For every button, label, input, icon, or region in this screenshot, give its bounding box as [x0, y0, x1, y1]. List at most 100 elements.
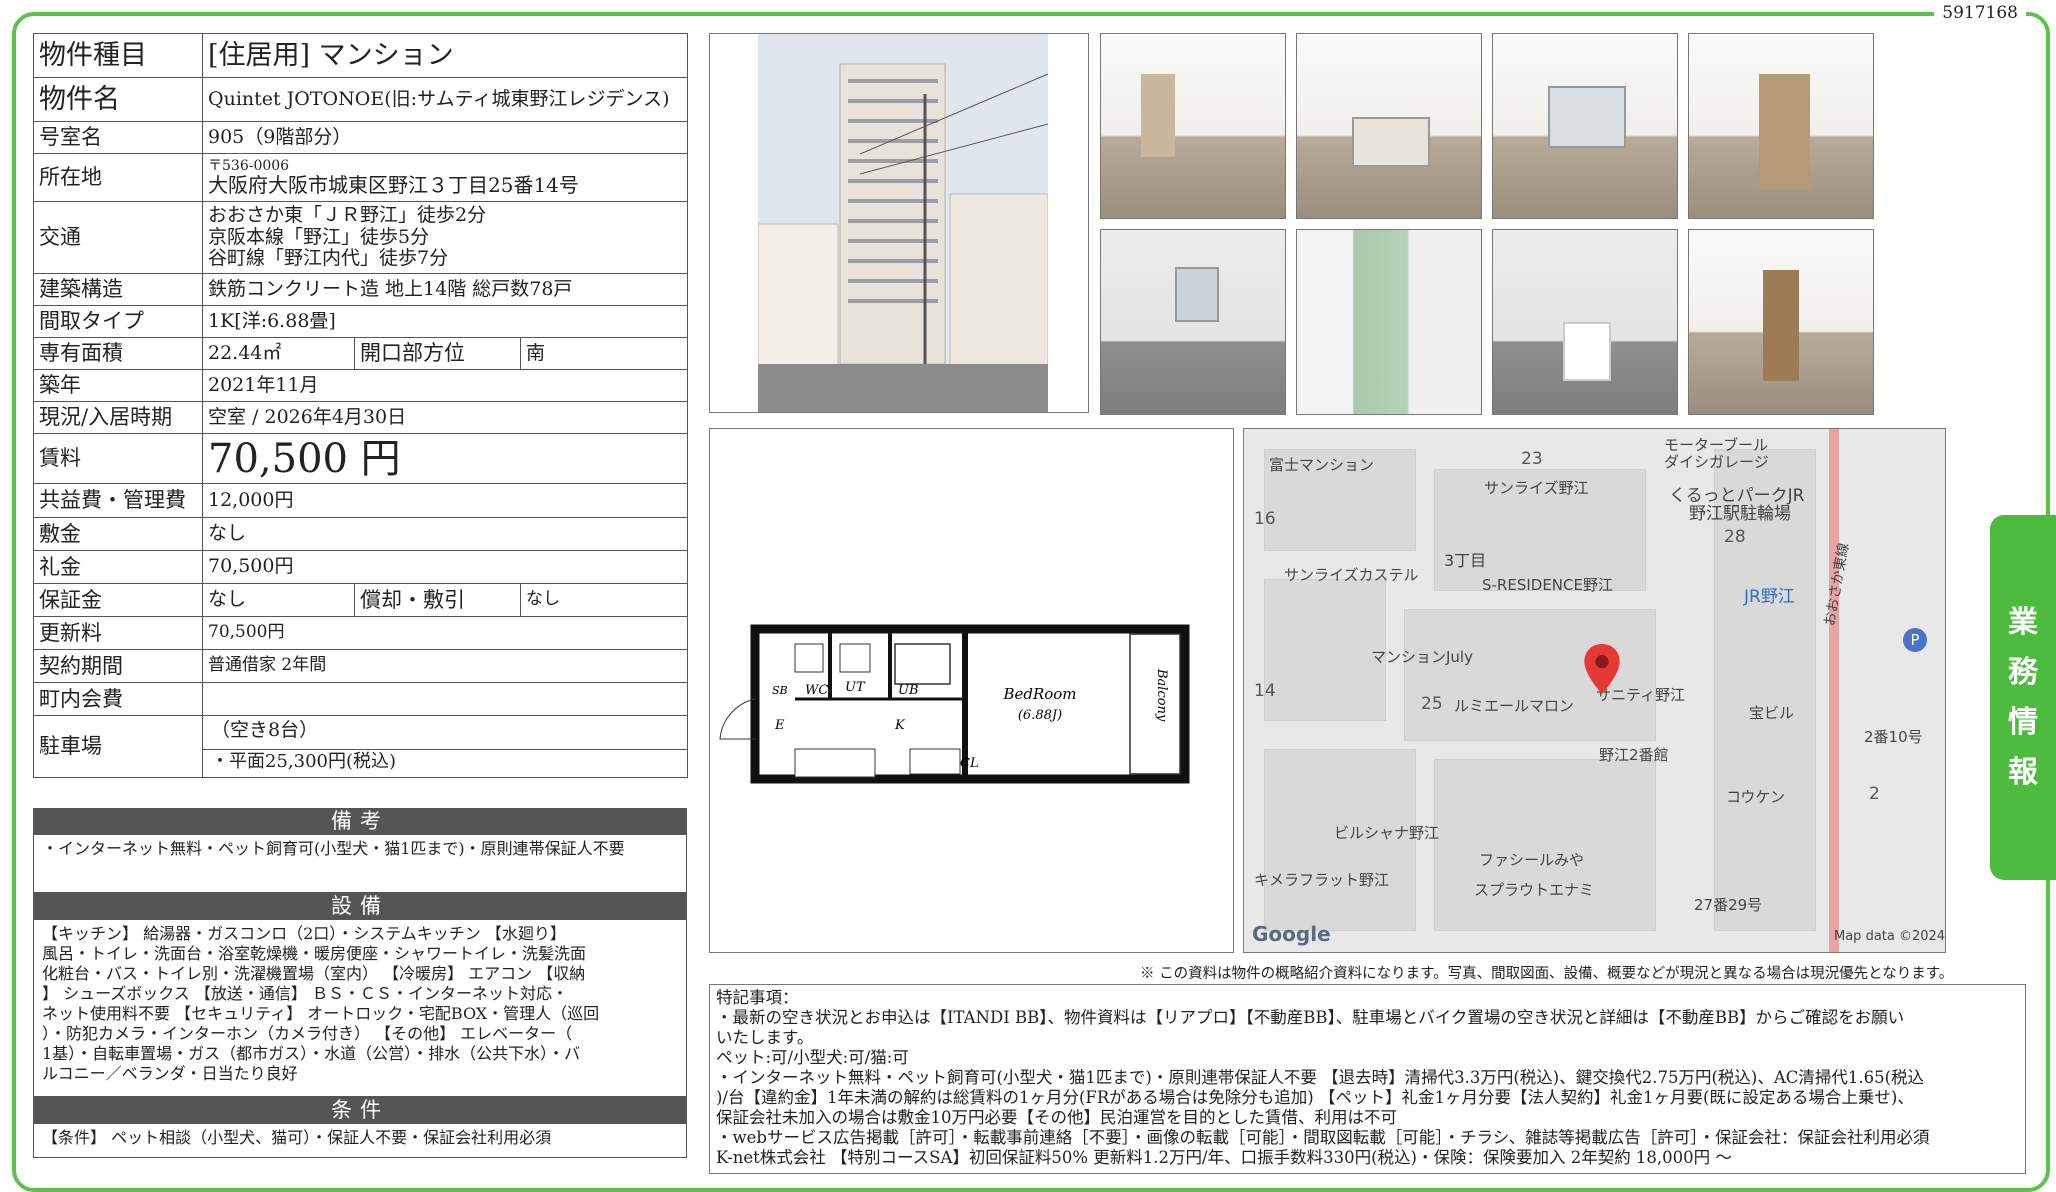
building-photo [709, 33, 1089, 413]
address-label: 所在地 [33, 153, 203, 202]
room-label: 号室名 [33, 121, 203, 154]
special-line: ・最新の空き状況とお申込は【ITANDI BB】、物件資料は【リアプロ】【不動産… [716, 1008, 1905, 1027]
svg-text:P: P [1910, 631, 1919, 649]
floor-plan-drawing: BedRoom (6.88J) Balcony UT UB WC SB E K … [719, 624, 1190, 784]
area-label: 専有面積 [33, 337, 203, 370]
building-illustration [710, 34, 1088, 412]
type-label: 物件種目 [33, 33, 203, 78]
map-number: 2 [1869, 784, 1880, 804]
equipment-line: 】 シューズボックス 【放送・通信】 ＢＳ・ＣＳ・インターネット対応・ [42, 984, 568, 1003]
document-id: 5917168 [1934, 3, 2026, 23]
google-logo: Google [1252, 922, 1331, 946]
map-label: 野江2番館 [1599, 746, 1669, 764]
location-map: 23 16 28 14 25 2 富士マンション モーターブール ダイシガレージ… [1243, 428, 1946, 953]
direction-value: 南 [519, 337, 689, 370]
fee-value: 12,000円 [201, 483, 689, 518]
name-label: 物件名 [33, 77, 203, 122]
conditions-header: 条件 [33, 1097, 687, 1124]
type-value: [住居用] マンション [201, 33, 689, 78]
address-value: 大阪府大阪市城東区野江３丁目25番14号 [208, 172, 579, 197]
amort-label: 償却・敷引 [354, 583, 521, 617]
ut-label: UT [845, 680, 866, 695]
structure-value: 鉄筋コンクリート造 地上14階 総戸数78戸 [201, 273, 689, 306]
map-label: S-RESIDENCE野江 [1482, 576, 1613, 594]
structure-label: 建築構造 [33, 273, 203, 306]
address-cell: 〒536-0006 大阪府大阪市城東区野江３丁目25番14号 [201, 153, 689, 202]
map-number: 25 [1421, 694, 1443, 714]
contract-value: 普通借家 2年間 [201, 649, 689, 683]
status-value: 空室 / 2026年4月30日 [201, 401, 689, 434]
rent-label: 賃料 [33, 433, 203, 484]
tab-char: 報 [2008, 754, 2038, 790]
map-label: 27番29号 [1694, 896, 1763, 914]
closet-label: CL [960, 756, 979, 771]
layout-label: 間取タイプ [33, 305, 203, 338]
tab-char: 業 [2008, 604, 2038, 640]
interior-photo-toilet [1492, 229, 1678, 415]
map-label: ダイシガレージ [1664, 453, 1769, 471]
keymoney-value: 70,500円 [201, 550, 689, 584]
room-value: 905（9階部分） [201, 121, 689, 154]
keymoney-label: 礼金 [33, 550, 203, 584]
map-number: 23 [1521, 449, 1543, 469]
interior-photo-hallway [1688, 229, 1874, 415]
disclaimer-note: ※ この資料は物件の概略紹介資料になります。写真、間取図面、設備、概要などが現況… [1140, 966, 1954, 982]
equipment-line: 【キッチン】 給湯器・ガスコンロ（2口）・システムキッチン 【水廻り】 [42, 924, 566, 943]
map-label: 3丁目 [1444, 551, 1487, 570]
interior-photo-window [1492, 33, 1678, 219]
bedroom-label: BedRoom [1002, 685, 1076, 703]
parking-label: 駐車場 [33, 715, 203, 778]
interior-photo-room [1100, 33, 1286, 219]
equipment-line: 1基）・自転車置場・ガス（都市ガス）・水道（公営）・排水（公共下水）・バ [42, 1044, 581, 1063]
status-label: 現況/入居時期 [33, 401, 203, 434]
equipment-header: 設備 [33, 893, 687, 920]
special-line: K-net株式会社 【特別コースSA】初回保証料50% 更新料1.2万円/年、口… [716, 1148, 1732, 1167]
property-table: 物件種目 [住居用] マンション 物件名 Quintet JOTONOE(旧:サムテ… [33, 33, 689, 778]
special-line: ペット:可/小型犬:可/猫:可 [716, 1048, 909, 1067]
parking-cell: （空き8台） ・平面25,300円(税込) [201, 715, 689, 778]
area-value: 22.44㎡ [202, 337, 355, 370]
special-line: 保証会社未加入の場合は敷金10万円必要【その他】民泊運営を目的とした賃借、利用は… [716, 1108, 1397, 1127]
map-label: おおさか東線 [1821, 541, 1853, 628]
kitchen-label: K [894, 718, 906, 733]
map-label: サンライズカステル [1284, 566, 1419, 584]
remarks-body: ・インターネット無料・ペット飼育可(小型犬・猫1匹まで)・原則連帯保証人不要 [33, 835, 687, 893]
contract-label: 契約期間 [33, 649, 203, 683]
map-label: サンライズ野江 [1484, 479, 1589, 497]
equipment-line: 化粧台・バス・トイレ別・洗濯機置場（室内） 【冷暖房】 エアコン 【収納 [42, 964, 586, 983]
business-info-tab[interactable]: 業 務 情 報 [1990, 515, 2056, 880]
balcony-label: Balcony [1154, 668, 1169, 722]
access-line-3: 谷町線「野江内代」徒歩7分 [208, 247, 449, 270]
special-line: ・webサービス広告掲載［許可］・転載事前連絡［不要］・画像の転載［可能］・間取… [716, 1128, 1930, 1147]
equipment-line: ネット使用料不要 【セキュリティ】 オートロック・宅配BOX・管理人（巡回 [42, 1004, 600, 1023]
deposit-value: なし [201, 517, 689, 551]
parking-icon: P [1903, 628, 1927, 652]
map-attribution: Map data ©2024 [1834, 929, 1946, 944]
map-label: 富士マンション [1269, 456, 1375, 474]
special-line: 特記事項： [716, 988, 799, 1007]
access-cell: おおさか東「ＪＲ野江」徒歩2分 京阪本線「野江」徒歩5分 谷町線「野江内代」徒歩7分 [201, 201, 689, 274]
special-line: ・インターネット無料・ペット飼育可(小型犬・猫1匹まで)・原則連帯保証人不要 【… [716, 1068, 1925, 1087]
sb-label: SB [772, 684, 788, 697]
parking-availability: （空き8台） [203, 718, 687, 751]
map-label: JR野江 [1744, 587, 1795, 607]
tab-char: 情 [2008, 704, 2038, 740]
access-label: 交通 [33, 201, 203, 274]
map-number: 14 [1254, 681, 1276, 701]
guarantee-label: 保証金 [33, 583, 203, 617]
built-value: 2021年11月 [201, 369, 689, 402]
map-label: 宝ビル [1749, 704, 1795, 722]
rent-value: 70,500 円 [201, 433, 689, 484]
deposit-label: 敷金 [33, 517, 203, 551]
special-line: いたします。 [716, 1028, 814, 1047]
town-label: 町内会費 [33, 682, 203, 716]
renewal-value: 70,500円 [201, 616, 689, 650]
tab-char: 務 [2008, 654, 2038, 690]
map-label: スプラウトエナミ [1474, 881, 1595, 899]
wc-label: WC [805, 683, 828, 698]
bedroom-size: (6.88J) [1018, 708, 1062, 723]
interior-photo-washroom [1100, 229, 1286, 415]
layout-value: 1K[洋:6.88畳] [201, 305, 689, 338]
fee-label: 共益費・管理費 [33, 483, 203, 518]
map-label: 野江駅駐輪場 [1689, 504, 1791, 524]
